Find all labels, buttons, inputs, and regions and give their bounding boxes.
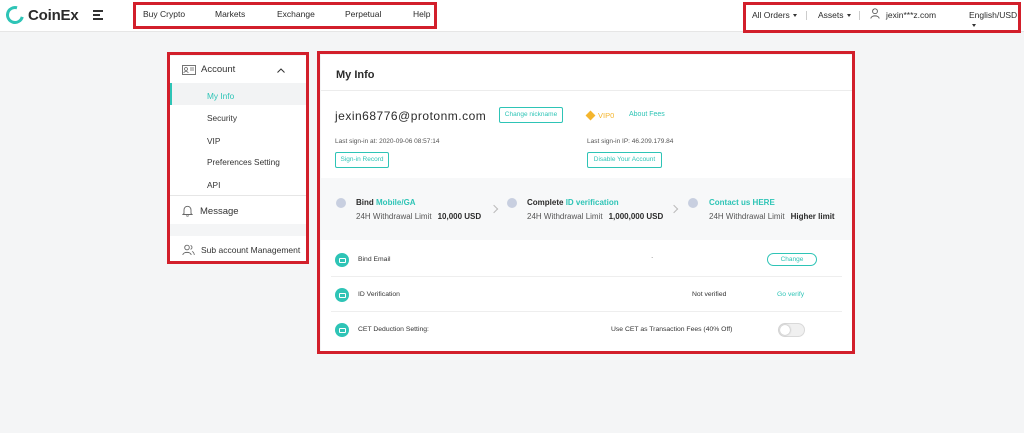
logo-text: CoinEx	[28, 6, 79, 24]
coinex-logo[interactable]: CoinEx	[2, 2, 79, 28]
highlight-box-main	[317, 51, 855, 354]
menu-icon[interactable]	[93, 10, 103, 21]
highlight-box-user-menu	[743, 2, 1021, 33]
highlight-box-sidebar	[167, 52, 309, 264]
coinex-logo-icon	[2, 2, 28, 28]
highlight-box-nav	[133, 2, 437, 29]
